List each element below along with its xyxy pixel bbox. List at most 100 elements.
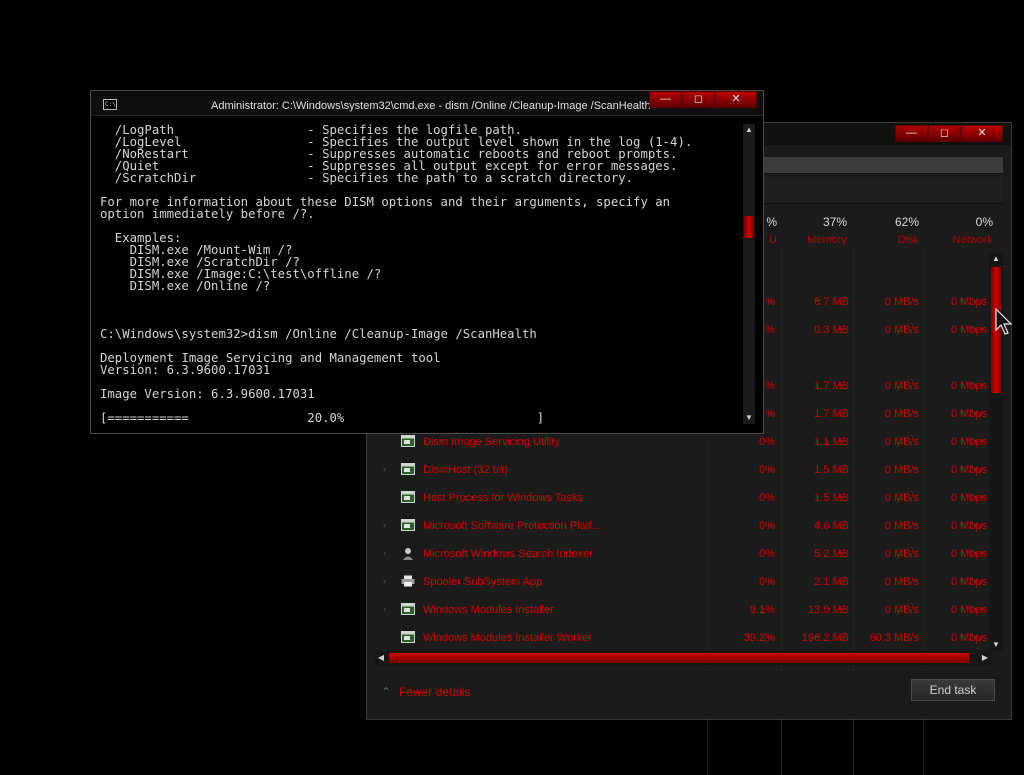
app-window-icon [401,603,415,615]
process-memory: 4.6 MB [814,520,849,532]
table-row[interactable]: › Microsoft Windows Search Indexer 0% 5.2 M… [367,540,989,568]
scroll-down-arrow-icon[interactable]: ▼ [743,412,755,424]
chevron-right-icon[interactable]: › [383,464,386,474]
disk-label: Disk [897,234,919,246]
process-network: 0 Mbps [951,548,988,560]
process-name: Dism Image Servicing Utility [423,436,560,448]
process-network: 0 Mbps [951,436,988,448]
process-memory: 1.7 MB [814,408,849,420]
process-name: Spooler SubSystem App [423,576,543,588]
command-prompt-window: C:\ Administrator: C:\Windows\system32\c… [90,90,764,434]
scroll-up-arrow-icon[interactable]: ▲ [989,253,1003,265]
column-header-disk[interactable]: 62% Disk [867,211,919,247]
process-cpu: 0% [759,436,775,448]
network-label: Network [952,234,993,246]
process-name: Microsoft Windows Search Indexer [423,548,593,560]
process-network: 0 Mbps [951,408,988,420]
app-window-icon [401,435,415,447]
console-output[interactable]: /LogPath - Specifies the logfile path. /… [100,124,738,426]
scroll-up-arrow-icon[interactable]: ▲ [743,124,755,136]
process-network: 0 Mbps [951,492,988,504]
column-header-memory[interactable]: 37% Memory [797,211,847,247]
chevron-up-icon: ⌃ [381,685,392,699]
process-network: 0 Mbps [951,324,988,336]
process-name: Host Process for Windows Tasks [423,492,583,504]
chevron-right-icon[interactable]: › [383,520,386,530]
process-name: DismHost (32 bit) [423,464,508,476]
process-cpu: % [765,408,775,420]
mouse-pointer-icon [995,308,1013,335]
process-memory: 5.2 MB [814,548,849,560]
cmd-window-controls: — ◻ ✕ [649,91,757,108]
process-network: 0 Mbps [951,380,988,392]
process-cpu: % [765,380,775,392]
process-cpu: 0% [759,492,775,504]
console-line: option immediately before /?. [100,207,315,221]
process-list-horizontal-scrollbar[interactable]: ◀ ▶ [375,651,991,665]
cmd-maximize-button[interactable]: ◻ [682,91,715,108]
console-line: /ScratchDir - Specifies the path to a sc… [100,171,634,185]
horizontal-scroll-thumb[interactable] [389,653,969,663]
column-header-network[interactable]: 0% Network [937,211,993,247]
table-row[interactable]: › Spooler SubSystem App 0% 2.1 MB 0 MB/s 0 Mb… [367,568,989,596]
scroll-down-arrow-icon[interactable]: ▼ [989,639,1003,651]
process-cpu: 9.1% [749,604,775,616]
cmd-close-button[interactable]: ✕ [715,91,757,108]
console-scroll-thumb[interactable] [744,216,754,238]
cmd-window-title: Administrator: C:\Windows\system32\cmd.e… [211,100,651,112]
process-disk: 0 MB/s [884,492,919,504]
console-vertical-scrollbar[interactable]: ▲ ▼ [743,124,755,424]
table-row[interactable]: Host Process for Windows Tasks 0% 1.5 MB 0 … [367,484,989,512]
table-row[interactable]: › Windows Modules Installer 9.1% 13.0 MB 0 M… [367,596,989,624]
process-network: 0 Mbps [951,296,988,308]
process-disk: 0 MB/s [884,436,919,448]
console-line: C:\Windows\system32>dism /Online /Cleanu… [100,327,537,341]
process-disk: 0 MB/s [884,548,919,560]
table-row[interactable]: › Microsoft Software Protection Platf... 0… [367,512,989,540]
cmd-titlebar[interactable]: C:\ Administrator: C:\Windows\system32\c… [91,91,763,116]
process-memory: 196.2 MB [801,632,849,644]
process-memory: 1.5 MB [814,464,849,476]
chevron-right-icon[interactable]: › [383,576,386,586]
process-disk: 0 MB/s [884,520,919,532]
process-cpu: % [765,324,775,336]
cmd-icon[interactable]: C:\ [103,99,117,110]
process-network: 0 Mbps [951,632,988,644]
memory-total: 37% [822,215,847,229]
process-memory: 0.3 MB [814,324,849,336]
end-task-button[interactable]: End task [911,679,995,701]
scroll-left-arrow-icon[interactable]: ◀ [375,651,387,665]
scroll-right-arrow-icon[interactable]: ▶ [979,651,991,665]
cmd-minimize-button[interactable]: — [649,91,682,108]
console-line: Version: 6.3.9600.17031 [100,363,271,377]
process-memory: 1.7 MB [814,380,849,392]
process-cpu: % [765,296,775,308]
process-network: 0 Mbps [951,576,988,588]
search-indexer-icon [401,547,415,560]
app-window-icon [401,631,415,643]
network-total: 0% [975,215,993,229]
task-manager-window-controls: — ◻ ✕ [895,125,1003,142]
fewer-details-link[interactable]: ⌃ Fewer details [381,685,470,699]
process-network: 0 Mbps [951,464,988,476]
process-disk: 60.3 MB/s [869,632,919,644]
process-name: Windows Modules Installer Worker [423,632,593,644]
disk-total: 62% [894,215,919,229]
process-memory: 6.7 MB [814,296,849,308]
process-name: Microsoft Software Protection Platf... [423,520,601,532]
table-row[interactable]: Windows Modules Installer Worker 39.2% 196… [367,624,989,652]
task-manager-minimize-button[interactable]: — [895,125,928,142]
process-disk: 0 MB/s [884,324,919,336]
process-memory: 1.5 MB [814,492,849,504]
table-row[interactable]: › DismHost (32 bit) 0% 1.5 MB 0 MB/s 0 Mbps [367,456,989,484]
process-network: 0 Mbps [951,520,988,532]
process-cpu: 0% [759,520,775,532]
chevron-right-icon[interactable]: › [383,548,386,558]
task-manager-close-button[interactable]: ✕ [961,125,1003,142]
process-disk: 0 MB/s [884,604,919,616]
chevron-right-icon[interactable]: › [383,604,386,614]
app-window-icon [401,463,415,475]
task-manager-maximize-button[interactable]: ◻ [928,125,961,142]
